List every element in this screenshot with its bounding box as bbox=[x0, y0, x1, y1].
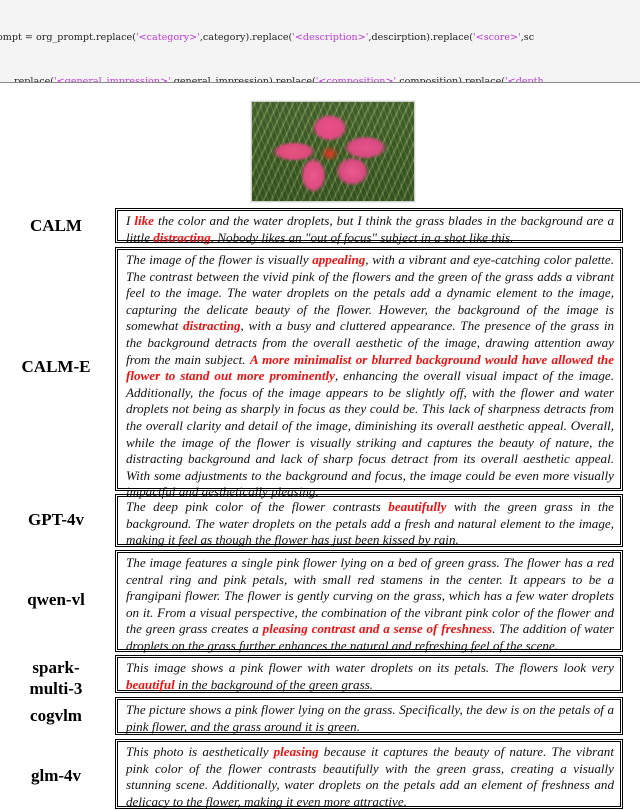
code-string-literal: '<general_impression>' bbox=[54, 75, 171, 83]
response-box-gpt-4v: The deep pink color of the flower contra… bbox=[115, 494, 623, 547]
code-line: replace('<general_impression>',general_i… bbox=[14, 75, 640, 83]
response-box-spark-multi-3: This image shows a pink flower with wate… bbox=[115, 655, 623, 693]
response-box-glm-4v: This photo is aesthetically pleasing bec… bbox=[115, 739, 623, 809]
code-token: ,composition).replace( bbox=[396, 75, 506, 83]
response-text: in the background of the green grass. bbox=[174, 676, 374, 692]
response-text: The deep pink color of the flower contra… bbox=[126, 499, 389, 514]
flower-photo bbox=[251, 101, 415, 202]
code-token: ,descirption).replace( bbox=[368, 32, 474, 44]
model-label-spark-multi-3: spark- multi-3 bbox=[0, 657, 112, 699]
highlighted-phrase: beautifully bbox=[388, 499, 447, 514]
code-listing: ompt = org_prompt.replace('<category>',c… bbox=[0, 0, 640, 83]
response-text: . Nobody likes an "out of focus" subject… bbox=[210, 229, 514, 245]
code-string-literal: '<score>' bbox=[473, 32, 521, 44]
response-box-qwen-vl: The image features a single pink flower … bbox=[115, 550, 623, 653]
code-string-literal: '<description>' bbox=[292, 32, 369, 44]
response-text: The image of the flower is visually bbox=[126, 252, 313, 267]
model-label-calm-e: CALM-E bbox=[21, 357, 91, 376]
response-box-calm: I like the color and the water droplets,… bbox=[115, 208, 623, 245]
highlighted-phrase: pleasing contrast and a sense of freshne… bbox=[262, 621, 493, 637]
code-token: ompt = org_prompt.replace( bbox=[0, 32, 136, 44]
code-token: ,sc bbox=[520, 32, 535, 44]
response-text: , enhancing the overall visual impact of… bbox=[126, 368, 614, 500]
code-token: replace( bbox=[14, 75, 54, 83]
model-label-glm-4v: glm-4v bbox=[30, 766, 82, 785]
highlighted-phrase: distracting bbox=[183, 318, 241, 334]
highlighted-phrase: beautiful bbox=[126, 676, 175, 692]
code-token: ,category).replace( bbox=[199, 32, 293, 44]
highlighted-phrase: like bbox=[134, 213, 154, 228]
code-string-literal: '<depth bbox=[505, 75, 544, 83]
model-label-line: spark- bbox=[32, 658, 80, 677]
response-box-cogvlm: The picture shows a pink flower lying on… bbox=[115, 697, 623, 735]
response-box-calm-e: The image of the flower is visually appe… bbox=[115, 247, 623, 499]
response-text: This image shows a pink flower with wate… bbox=[126, 660, 614, 675]
response-text: The picture shows a pink flower lying on… bbox=[126, 702, 614, 734]
highlighted-phrase: pleasing bbox=[273, 744, 319, 759]
model-label-line: multi-3 bbox=[29, 679, 83, 698]
model-label-cogvlm: cogvlm bbox=[30, 706, 82, 725]
code-token: ,general_impression).replace( bbox=[170, 75, 316, 83]
response-text: This photo is aesthetically bbox=[126, 744, 274, 759]
code-line: ompt = org_prompt.replace('<category>',c… bbox=[0, 31, 637, 46]
code-string-literal: '<composition>' bbox=[315, 75, 397, 83]
highlighted-phrase: appealing bbox=[312, 252, 366, 267]
code-string-literal: '<category>' bbox=[135, 32, 200, 44]
model-label-qwen-vl: qwen-vl bbox=[27, 590, 85, 609]
highlighted-phrase: distracting bbox=[153, 229, 211, 245]
model-label-gpt-4v: GPT-4v bbox=[27, 510, 85, 529]
model-label-calm: CALM bbox=[30, 216, 82, 235]
